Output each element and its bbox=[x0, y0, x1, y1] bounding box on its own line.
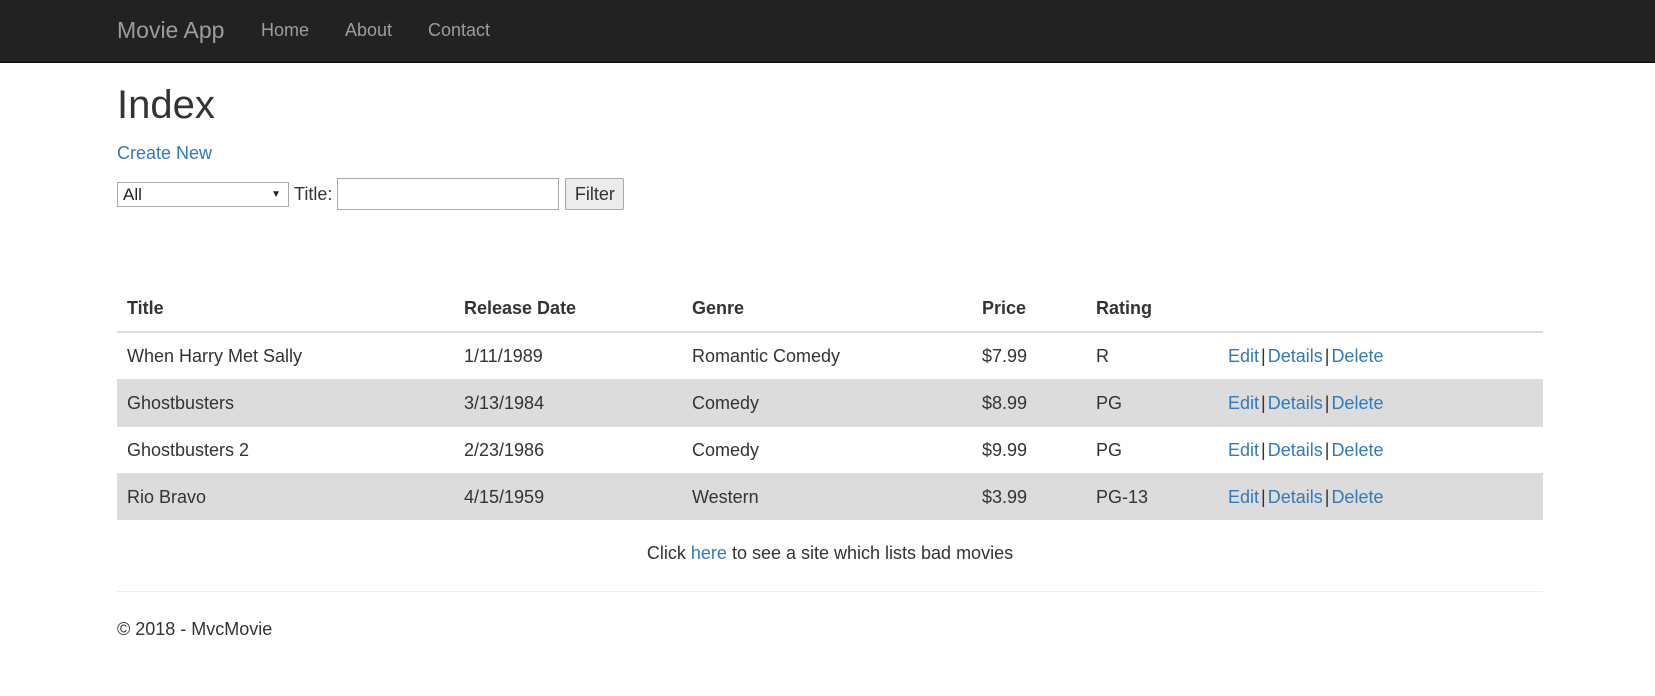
cell-actions: Edit | Details | Delete bbox=[1218, 473, 1543, 520]
cell-release-date: 2/23/1986 bbox=[454, 426, 682, 474]
column-header-genre[interactable]: Genre bbox=[682, 286, 972, 333]
edit-link[interactable]: Edit bbox=[1228, 346, 1259, 366]
cell-release-date: 1/11/1989 bbox=[454, 331, 682, 380]
create-new-link[interactable]: Create New bbox=[117, 143, 212, 164]
details-link[interactable]: Details bbox=[1268, 440, 1323, 460]
cell-price: $7.99 bbox=[972, 331, 1086, 380]
edit-link[interactable]: Edit bbox=[1228, 440, 1259, 460]
delete-link[interactable]: Delete bbox=[1331, 346, 1383, 366]
delete-link[interactable]: Delete bbox=[1331, 440, 1383, 460]
title-filter-input[interactable] bbox=[337, 178, 560, 210]
movies-table: Title Release Date Genre Price Rating Wh… bbox=[117, 286, 1543, 520]
table-row: Ghostbusters 2 2/23/1986 Comedy $9.99 PG… bbox=[117, 426, 1543, 474]
separator: | bbox=[1261, 345, 1266, 366]
filter-button[interactable]: Filter bbox=[565, 178, 625, 210]
cell-actions: Edit | Details | Delete bbox=[1218, 379, 1543, 427]
chevron-down-icon: ▼ bbox=[271, 188, 281, 200]
nav-link-about[interactable]: About bbox=[345, 20, 392, 41]
cell-actions: Edit | Details | Delete bbox=[1218, 331, 1543, 380]
genre-select-value: All bbox=[123, 184, 142, 204]
bad-movies-note: Click here to see a site which lists bad… bbox=[117, 543, 1543, 564]
separator: | bbox=[1261, 486, 1266, 507]
filter-form: All ▼ Title: Filter bbox=[117, 178, 625, 210]
cell-price: $3.99 bbox=[972, 473, 1086, 520]
column-header-actions bbox=[1218, 286, 1543, 333]
table-row: Rio Bravo 4/15/1959 Western $3.99 PG-13 … bbox=[117, 473, 1543, 520]
cell-rating: PG bbox=[1086, 379, 1218, 427]
nav-link-contact[interactable]: Contact bbox=[428, 20, 490, 41]
details-link[interactable]: Details bbox=[1268, 393, 1323, 413]
cell-title: When Harry Met Sally bbox=[117, 331, 454, 380]
navbar-inner: Movie App Home About Contact bbox=[117, 0, 1655, 63]
cell-title: Rio Bravo bbox=[117, 473, 454, 520]
title-filter-label: Title: bbox=[294, 183, 333, 204]
table-row: Ghostbusters 3/13/1984 Comedy $8.99 PG E… bbox=[117, 379, 1543, 427]
cell-genre: Comedy bbox=[682, 426, 972, 474]
page-title: Index bbox=[117, 83, 215, 127]
separator: | bbox=[1261, 392, 1266, 413]
nav-link-home[interactable]: Home bbox=[261, 20, 309, 41]
delete-link[interactable]: Delete bbox=[1331, 393, 1383, 413]
edit-link[interactable]: Edit bbox=[1228, 487, 1259, 507]
cell-genre: Comedy bbox=[682, 379, 972, 427]
bad-movies-suffix: to see a site which lists bad movies bbox=[731, 543, 1014, 563]
cell-rating: R bbox=[1086, 331, 1218, 380]
table-header-row: Title Release Date Genre Price Rating bbox=[117, 286, 1543, 333]
column-header-rating[interactable]: Rating bbox=[1086, 286, 1218, 333]
delete-link[interactable]: Delete bbox=[1331, 487, 1383, 507]
navbar: Movie App Home About Contact bbox=[0, 0, 1655, 63]
column-header-release-date[interactable]: Release Date bbox=[454, 286, 682, 333]
footer-divider bbox=[117, 591, 1543, 592]
cell-rating: PG-13 bbox=[1086, 473, 1218, 520]
cell-title: Ghostbusters bbox=[117, 379, 454, 427]
column-header-title[interactable]: Title bbox=[117, 286, 454, 333]
cell-price: $8.99 bbox=[972, 379, 1086, 427]
genre-select[interactable]: All ▼ bbox=[117, 181, 289, 207]
separator: | bbox=[1261, 439, 1266, 460]
bad-movies-link[interactable]: here bbox=[691, 543, 727, 563]
details-link[interactable]: Details bbox=[1268, 346, 1323, 366]
cell-price: $9.99 bbox=[972, 426, 1086, 474]
cell-title: Ghostbusters 2 bbox=[117, 426, 454, 474]
bad-movies-prefix: Click bbox=[646, 543, 686, 563]
cell-genre: Western bbox=[682, 473, 972, 520]
edit-link[interactable]: Edit bbox=[1228, 393, 1259, 413]
cell-genre: Romantic Comedy bbox=[682, 331, 972, 380]
cell-release-date: 3/13/1984 bbox=[454, 379, 682, 427]
cell-rating: PG bbox=[1086, 426, 1218, 474]
details-link[interactable]: Details bbox=[1268, 487, 1323, 507]
cell-release-date: 4/15/1959 bbox=[454, 473, 682, 520]
footer-copyright: © 2018 - MvcMovie bbox=[117, 619, 273, 639]
table-row: When Harry Met Sally 1/11/1989 Romantic … bbox=[117, 331, 1543, 380]
column-header-price[interactable]: Price bbox=[972, 286, 1086, 333]
cell-actions: Edit | Details | Delete bbox=[1218, 426, 1543, 474]
brand-link[interactable]: Movie App bbox=[117, 17, 224, 44]
